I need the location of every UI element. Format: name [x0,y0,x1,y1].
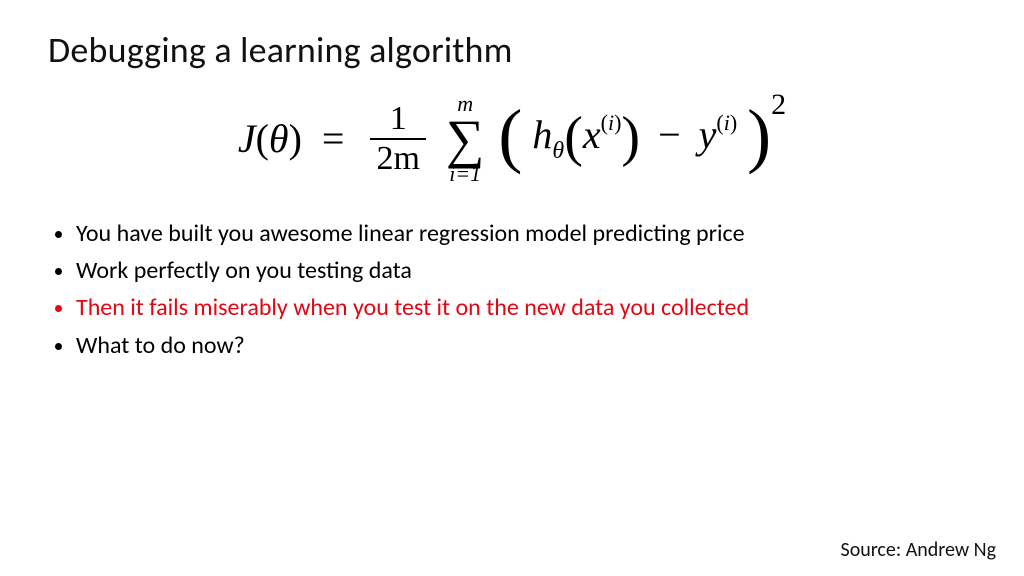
bullet-item: What to do now? [76,327,976,364]
page-title: Debugging a learning algorithm [48,28,976,72]
slide: Debugging a learning algorithm J(θ) = 1 … [0,0,1024,576]
bullet-item: You have built you awesome linear regres… [76,215,976,252]
formula-container: J(θ) = 1 2m m ∑ i=1 ( hθ(x(i)) − y(i) )2 [48,90,976,185]
bullet-item: Work perfectly on you testing data [76,252,976,289]
cost-function-formula: J(θ) = 1 2m m ∑ i=1 ( hθ(x(i)) − y(i) )2 [238,90,786,185]
source-credit: Source: Andrew Ng [841,538,997,562]
bullet-item: Then it fails miserably when you test it… [76,289,976,326]
bullet-list: You have built you awesome linear regres… [48,215,976,364]
